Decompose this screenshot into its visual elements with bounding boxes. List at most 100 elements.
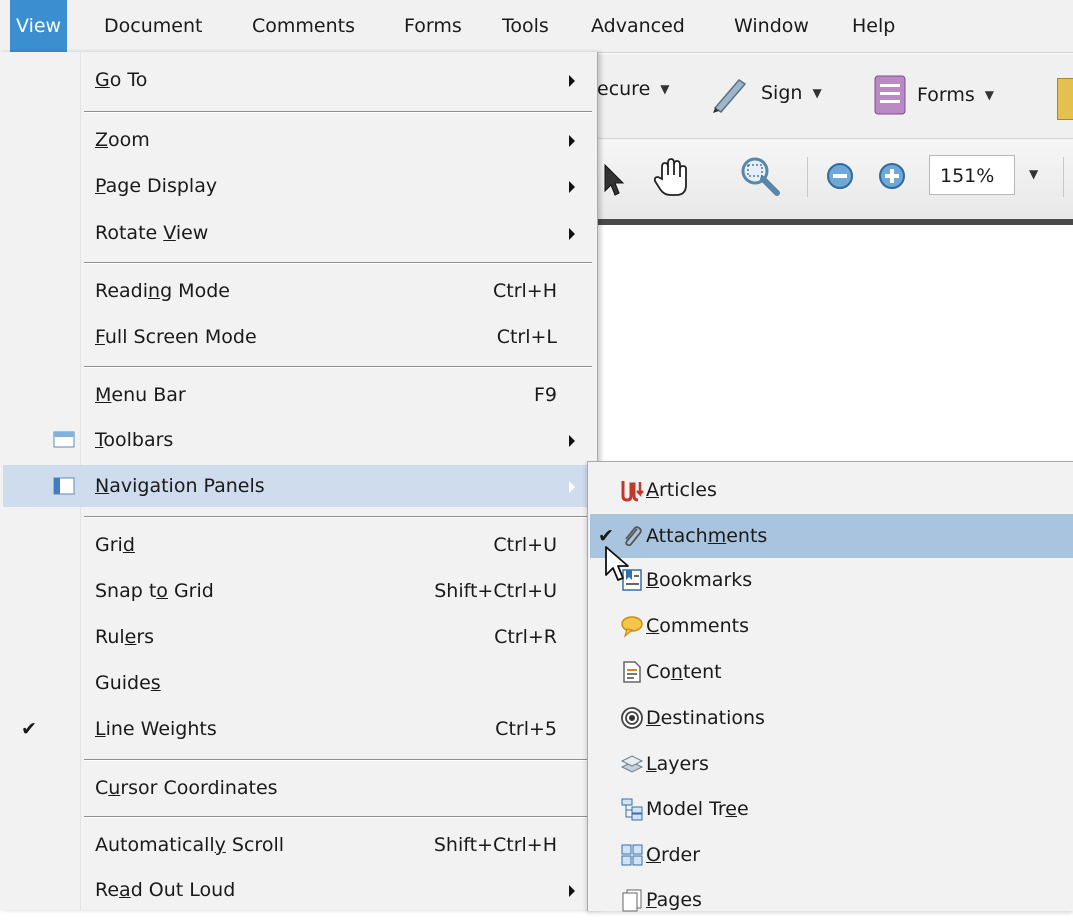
menu-separator bbox=[84, 262, 592, 264]
menu-document[interactable]: Document bbox=[98, 0, 208, 52]
pages-icon bbox=[622, 889, 642, 912]
menu-item-automatically-scroll[interactable]: Automatically Scroll Shift+Ctrl+H bbox=[3, 824, 593, 866]
submenu-item-model-tree[interactable]: Model Tree bbox=[590, 787, 1073, 831]
shortcut-label: Ctrl+H bbox=[492, 280, 557, 302]
menu-item-go-to[interactable]: Go To bbox=[3, 59, 593, 101]
submenu-arrow-icon bbox=[569, 228, 575, 240]
checkmark-icon: ✔ bbox=[21, 718, 37, 740]
menu-item-label: Toolbars bbox=[95, 429, 174, 451]
menu-item-toolbars[interactable]: Toolbars bbox=[3, 419, 593, 461]
submenu-item-label: Comments bbox=[646, 615, 750, 637]
submenu-item-attachments[interactable]: ✔ Attachments bbox=[590, 514, 1073, 558]
menu-item-label: Go To bbox=[95, 69, 148, 91]
toolbar-divider bbox=[807, 157, 808, 197]
shortcut-label: Ctrl+U bbox=[493, 534, 557, 556]
menu-item-reading-mode[interactable]: Reading Mode Ctrl+H bbox=[3, 270, 593, 312]
forms-label: Forms bbox=[917, 84, 975, 106]
menu-separator bbox=[84, 759, 592, 761]
secure-button[interactable]: ecure ▼ bbox=[597, 78, 670, 100]
zoom-dropdown-icon[interactable]: ▼ bbox=[1029, 167, 1038, 181]
mouse-cursor-icon bbox=[605, 546, 629, 581]
hand-icon[interactable] bbox=[652, 157, 692, 199]
menu-advanced[interactable]: Advanced bbox=[585, 0, 691, 52]
speech-bubble-icon bbox=[621, 616, 643, 638]
secure-label: ecure bbox=[597, 78, 651, 100]
submenu-item-comments[interactable]: Comments bbox=[590, 604, 1073, 648]
menu-help[interactable]: Help bbox=[846, 0, 901, 52]
order-icon bbox=[621, 844, 643, 866]
menu-item-full-screen-mode[interactable]: Full Screen Mode Ctrl+L bbox=[3, 316, 593, 358]
menu-item-guides[interactable]: Guides bbox=[3, 662, 593, 704]
menu-item-rulers[interactable]: Rulers Ctrl+R bbox=[3, 616, 593, 658]
submenu-item-label: Order bbox=[646, 844, 701, 866]
chevron-down-icon: ▼ bbox=[984, 88, 994, 102]
select-arrow-icon[interactable] bbox=[597, 161, 627, 197]
menu-item-label: Guides bbox=[95, 672, 161, 694]
submenu-item-label: Layers bbox=[646, 753, 709, 775]
zoom-in-icon[interactable] bbox=[877, 161, 907, 191]
menu-item-zoom[interactable]: Zoom bbox=[3, 119, 593, 161]
menu-bar: View Document Comments Forms Tools Advan… bbox=[0, 0, 1073, 53]
submenu-arrow-icon bbox=[569, 481, 575, 493]
menu-separator bbox=[84, 516, 592, 518]
submenu-item-layers[interactable]: Layers bbox=[590, 742, 1073, 786]
menu-item-label: Read Out Loud bbox=[95, 879, 236, 901]
zoom-out-icon[interactable] bbox=[825, 161, 855, 191]
menu-item-label: Zoom bbox=[95, 129, 150, 151]
truncated-toolbar-icon[interactable] bbox=[1057, 78, 1073, 120]
menu-item-label: Reading Mode bbox=[95, 280, 230, 302]
menu-item-label: Rotate View bbox=[95, 222, 209, 244]
submenu-item-destinations[interactable]: Destinations bbox=[590, 696, 1073, 740]
menu-item-line-weights[interactable]: ✔ Line Weights Ctrl+5 bbox=[3, 708, 593, 750]
menu-item-label: Cursor Coordinates bbox=[95, 777, 278, 799]
submenu-arrow-icon bbox=[569, 435, 575, 447]
submenu-item-label: Pages bbox=[646, 889, 702, 911]
menu-view[interactable]: View bbox=[10, 0, 68, 52]
menu-item-label: Line Weights bbox=[95, 718, 217, 740]
submenu-arrow-icon bbox=[569, 885, 575, 897]
submenu-item-order[interactable]: Order bbox=[590, 833, 1073, 877]
menu-window[interactable]: Window bbox=[728, 0, 815, 52]
toolbars-icon bbox=[53, 431, 75, 448]
sign-button[interactable]: Sign ▼ bbox=[709, 72, 822, 114]
navigation-panels-icon bbox=[53, 477, 75, 495]
menu-forms[interactable]: Forms bbox=[398, 0, 468, 52]
pen-icon bbox=[713, 79, 747, 113]
menu-item-menu-bar[interactable]: Menu Bar F9 bbox=[3, 374, 593, 416]
sign-label: Sign bbox=[761, 82, 803, 104]
menu-item-label: Grid bbox=[95, 534, 135, 556]
menu-item-read-out-loud[interactable]: Read Out Loud bbox=[3, 869, 593, 911]
submenu-item-content[interactable]: Content bbox=[590, 650, 1073, 694]
menu-item-label: Rulers bbox=[95, 626, 155, 648]
chevron-down-icon: ▼ bbox=[660, 82, 670, 96]
menu-tools[interactable]: Tools bbox=[496, 0, 555, 52]
submenu-item-label: Content bbox=[646, 661, 722, 683]
submenu-item-pages[interactable]: Pages bbox=[590, 878, 1073, 922]
submenu-item-label: Articles bbox=[646, 479, 717, 501]
submenu-item-articles[interactable]: Articles bbox=[590, 468, 1073, 512]
menu-comments[interactable]: Comments bbox=[246, 0, 361, 52]
menu-item-snap-to-grid[interactable]: Snap to Grid Shift+Ctrl+U bbox=[3, 570, 593, 612]
submenu-arrow-icon bbox=[569, 181, 575, 193]
menu-item-page-display[interactable]: Page Display bbox=[3, 165, 593, 207]
menu-separator bbox=[84, 366, 592, 368]
zoom-level-field[interactable]: 151% bbox=[929, 155, 1015, 195]
model-tree-icon bbox=[621, 798, 643, 821]
menu-item-label: Menu Bar bbox=[95, 384, 186, 406]
menu-item-label: Automatically Scroll bbox=[95, 834, 285, 856]
chevron-down-icon: ▼ bbox=[812, 86, 822, 100]
submenu-arrow-icon bbox=[569, 135, 575, 147]
marquee-zoom-icon[interactable] bbox=[737, 153, 783, 199]
shortcut-label: F9 bbox=[533, 384, 557, 406]
submenu-arrow-icon bbox=[569, 75, 575, 87]
menu-item-rotate-view[interactable]: Rotate View bbox=[3, 212, 593, 254]
submenu-item-bookmarks[interactable]: Bookmarks bbox=[590, 558, 1073, 602]
view-menu: Go To Zoom Page Display Rotate View Read… bbox=[0, 52, 598, 910]
menu-item-label: Page Display bbox=[95, 175, 218, 197]
submenu-item-label: Bookmarks bbox=[646, 569, 753, 591]
menu-item-grid[interactable]: Grid Ctrl+U bbox=[3, 524, 593, 566]
shortcut-label: Ctrl+L bbox=[496, 326, 557, 348]
menu-item-navigation-panels[interactable]: Navigation Panels bbox=[3, 465, 593, 507]
menu-item-cursor-coordinates[interactable]: Cursor Coordinates bbox=[3, 767, 593, 809]
forms-button[interactable]: Forms ▼ bbox=[873, 74, 994, 116]
